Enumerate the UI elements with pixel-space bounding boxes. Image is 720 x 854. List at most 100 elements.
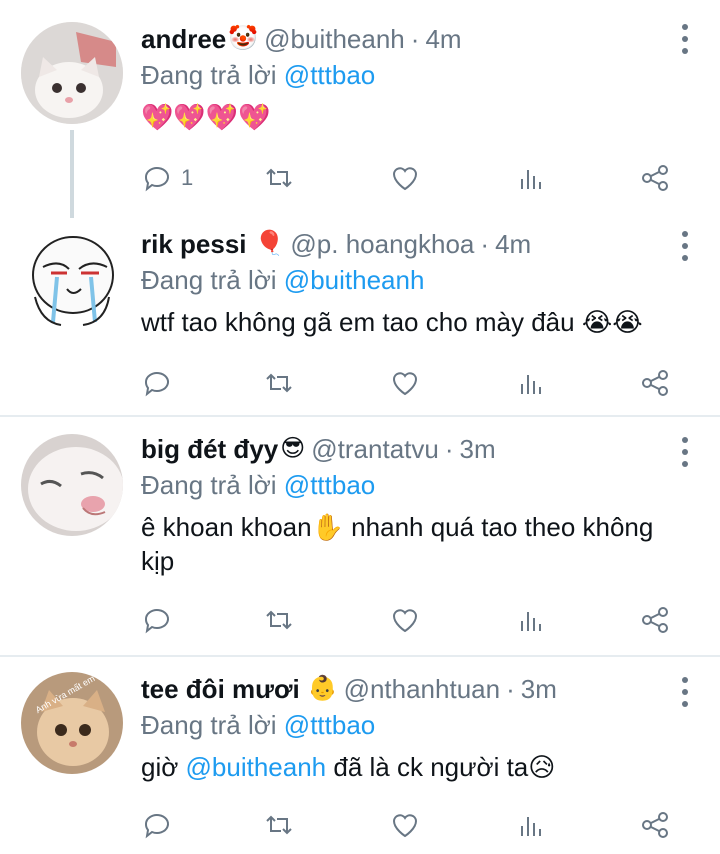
retweet-icon	[266, 815, 292, 835]
tweet-text: wtf tao không gã em tao cho mày đâu 😭😭	[141, 307, 643, 337]
tweet-header: big đét đyy 😎 @trantatvu · 3m	[141, 432, 690, 466]
retweet-icon	[266, 373, 292, 393]
analytics-button[interactable]	[515, 162, 547, 194]
like-button[interactable]	[389, 809, 421, 841]
text-part: giờ	[141, 752, 186, 782]
display-name[interactable]: rik pessi	[141, 227, 247, 261]
replying-label: Đang trả lời	[141, 60, 277, 90]
separator-dot: ·	[506, 674, 515, 704]
crying-meme-avatar-image	[21, 227, 123, 329]
cat-avatar-image	[21, 22, 123, 124]
avatar[interactable]	[21, 434, 123, 536]
tweet-3[interactable]: big đét đyy 😎 @trantatvu · 3m Đang trả l…	[0, 417, 720, 655]
action-bar	[141, 367, 681, 401]
replying-mention[interactable]: @tttbao	[284, 710, 375, 740]
share-button[interactable]	[639, 162, 671, 194]
like-button[interactable]	[389, 367, 421, 399]
replying-label: Đang trả lời	[141, 265, 277, 295]
action-bar	[141, 809, 681, 843]
timestamp[interactable]: 3m	[521, 672, 557, 706]
display-name[interactable]: big đét đyy	[141, 432, 278, 466]
avatar[interactable]: Anh vừa mất em hả	[21, 672, 123, 774]
separator-dot: ·	[410, 24, 420, 54]
reply-button[interactable]	[141, 809, 173, 841]
baby-emoji: 👶	[307, 675, 338, 702]
timestamp[interactable]: 3m	[460, 432, 496, 466]
share-icon	[642, 370, 668, 396]
text-part: đã là ck người ta😥	[326, 752, 556, 782]
replying-label: Đang trả lời	[141, 470, 277, 500]
clown-emoji: 🤡	[228, 25, 259, 52]
retweet-button[interactable]	[263, 162, 295, 194]
retweet-icon	[266, 610, 292, 630]
share-icon	[642, 607, 668, 633]
text-mention[interactable]: @buitheanh	[186, 752, 327, 782]
retweet-button[interactable]	[263, 604, 295, 636]
retweet-icon	[266, 168, 292, 188]
replying-mention[interactable]: @tttbao	[284, 60, 375, 90]
display-name[interactable]: andree	[141, 22, 226, 56]
analytics-icon	[521, 375, 541, 394]
action-bar	[141, 604, 681, 638]
more-options-icon[interactable]	[680, 677, 690, 707]
analytics-icon	[521, 170, 541, 189]
reply-icon	[145, 167, 169, 192]
more-options-icon[interactable]	[680, 231, 690, 261]
replying-mention[interactable]: @buitheanh	[284, 265, 425, 295]
tweet-4[interactable]: Anh vừa mất em hả tee đôi mươi 👶 @nthanh…	[0, 657, 720, 854]
balloon-emoji: 🎈	[254, 230, 285, 257]
share-button[interactable]	[639, 604, 671, 636]
replying-label: Đang trả lời	[141, 710, 277, 740]
separator-dot: ·	[444, 434, 454, 464]
retweet-button[interactable]	[263, 809, 295, 841]
heart-icon	[392, 167, 418, 191]
tweet-text: 💖💖💖💖	[141, 102, 271, 132]
replying-to: Đang trả lời @buitheanh	[141, 263, 690, 297]
reply-icon	[145, 609, 169, 634]
share-icon	[642, 165, 668, 191]
reply-icon	[145, 372, 169, 397]
handle[interactable]: @trantatvu	[311, 432, 439, 466]
tweet-2[interactable]: rik pessi 🎈 @p. hoangkhoa · 4m Đang trả …	[0, 205, 720, 415]
tweet-1[interactable]: andree 🤡 @buitheanh · 4m Đang trả lời @t…	[0, 0, 720, 218]
tweet-text: ê khoan khoan✋ nhanh quá tao theo không …	[141, 512, 654, 576]
like-button[interactable]	[389, 162, 421, 194]
handle[interactable]: @nthanhtuan	[344, 672, 501, 706]
reply-button[interactable]: 1	[141, 162, 193, 194]
more-options-icon[interactable]	[680, 437, 690, 467]
avatar[interactable]	[21, 22, 123, 124]
separator-dot: ·	[480, 229, 490, 259]
display-name[interactable]: tee đôi mươi	[141, 672, 300, 706]
share-button[interactable]	[639, 367, 671, 399]
replying-to: Đang trả lời @tttbao	[141, 468, 690, 502]
reply-icon	[145, 814, 169, 839]
analytics-button[interactable]	[515, 367, 547, 399]
handle[interactable]: @buitheanh	[264, 22, 405, 56]
tweet-header: andree 🤡 @buitheanh · 4m	[141, 22, 690, 56]
heart-icon	[392, 609, 418, 633]
timestamp[interactable]: 4m	[495, 227, 531, 261]
analytics-button[interactable]	[515, 809, 547, 841]
reply-count: 1	[181, 165, 194, 190]
avatar[interactable]	[21, 227, 123, 329]
analytics-icon	[521, 817, 541, 836]
reply-button[interactable]	[141, 604, 173, 636]
reply-button[interactable]	[141, 367, 173, 399]
replying-mention[interactable]: @tttbao	[284, 470, 375, 500]
replying-to: Đang trả lời @tttbao	[141, 58, 690, 92]
share-button[interactable]	[639, 809, 671, 841]
cat-avatar-image	[21, 434, 123, 536]
heart-icon	[392, 814, 418, 838]
more-options-icon[interactable]	[680, 24, 690, 54]
heart-icon	[392, 372, 418, 396]
action-bar: 1	[141, 162, 681, 196]
tweet-header: rik pessi 🎈 @p. hoangkhoa · 4m	[141, 227, 690, 261]
analytics-button[interactable]	[515, 604, 547, 636]
like-button[interactable]	[389, 604, 421, 636]
analytics-icon	[521, 612, 541, 631]
handle[interactable]: @p. hoangkhoa	[290, 227, 474, 261]
replying-to: Đang trả lời @tttbao	[141, 708, 690, 742]
tweet-text: giờ @buitheanh đã là ck người ta😥	[141, 750, 690, 784]
retweet-button[interactable]	[263, 367, 295, 399]
timestamp[interactable]: 4m	[425, 22, 461, 56]
